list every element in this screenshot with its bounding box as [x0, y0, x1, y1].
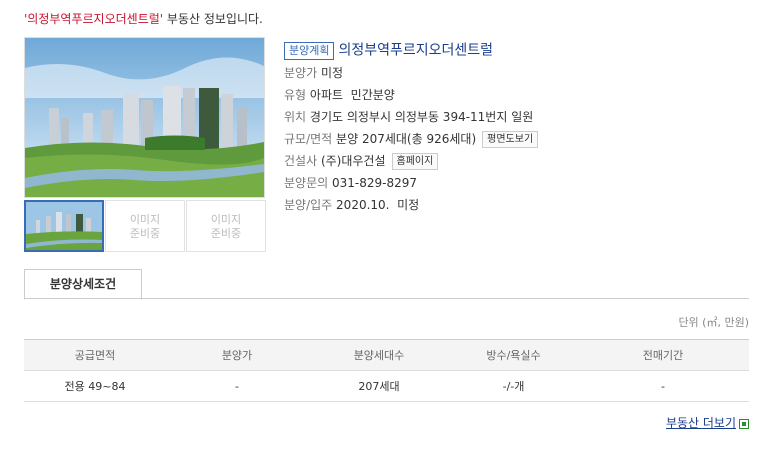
- builder-row: 건설사 (주)대우건설 홈페이지: [284, 150, 764, 172]
- floorplan-button[interactable]: 평면도보기: [482, 131, 539, 148]
- thumbnail-placeholder: 이미지 준비중: [187, 213, 265, 241]
- table-row: 전용 49~84 - 207세대 -/-개 -: [24, 370, 749, 402]
- placeholder-line-1: 이미지: [129, 213, 161, 226]
- unit-note: 단위 (㎡, 만원): [678, 316, 749, 329]
- col-units: 분양세대수: [308, 339, 450, 371]
- placeholder-line-2: 준비중: [129, 227, 161, 240]
- location-label: 위치: [284, 110, 307, 124]
- headline-suffix: 부동산 정보입니다.: [163, 12, 263, 26]
- schedule-label: 분양/입주: [284, 198, 333, 212]
- price-row: 분양가 미정: [284, 62, 764, 84]
- apartment-rendering-image: [25, 38, 264, 197]
- table-header-row: 공급면적 분양가 분양세대수 방수/욕실수 전매기간: [24, 339, 749, 371]
- main-property-photo[interactable]: [24, 37, 265, 198]
- title-row: 분양계획 의정부역푸르지오더센트럴: [284, 38, 764, 62]
- scale-row: 규모/면적 분양 207세대(총 926세대) 평면도보기: [284, 128, 764, 150]
- location-value: 경기도 의정부시 의정부동 394-11번지 일원: [309, 110, 534, 124]
- inquiry-row: 분양문의 031-829-8297: [284, 172, 764, 194]
- property-info: 분양계획 의정부역푸르지오더센트럴 분양가 미정 유형 아파트 민간분양 위치 경…: [284, 38, 764, 216]
- tab-sale-detail-conditions[interactable]: 분양상세조건: [24, 269, 142, 300]
- price-value: 미정: [320, 66, 344, 80]
- plus-box-icon: [739, 418, 749, 429]
- thumbnail-placeholder: 이미지 준비중: [106, 213, 184, 241]
- scale-value: 분양 207세대(총 926세대): [336, 132, 477, 146]
- type-row: 유형 아파트 민간분양: [284, 84, 764, 106]
- schedule-value: 2020.10. 미정: [336, 198, 420, 212]
- cell-rooms-baths: -/-개: [450, 370, 577, 402]
- cell-units: 207세대: [308, 370, 450, 402]
- builder-label: 건설사: [284, 154, 318, 168]
- type-label: 유형: [284, 88, 307, 102]
- status-badge: 분양계획: [284, 41, 335, 60]
- scale-label: 규모/면적: [284, 132, 333, 146]
- thumbnail-image: [26, 202, 102, 250]
- sale-conditions-table: 공급면적 분양가 분양세대수 방수/욕실수 전매기간 전용 49~84 - 20…: [24, 339, 749, 402]
- builder-value: (주)대우건설: [320, 154, 386, 168]
- placeholder-line-1: 이미지: [210, 213, 242, 226]
- inquiry-value: 031-829-8297: [332, 176, 418, 190]
- schedule-row: 분양/입주 2020.10. 미정: [284, 194, 764, 216]
- more-link-label: 부동산 더보기: [665, 416, 736, 430]
- thumbnail-2[interactable]: 이미지 준비중: [105, 200, 185, 252]
- more-real-estate-link[interactable]: 부동산 더보기: [666, 414, 749, 431]
- cell-sale-price: -: [166, 370, 308, 402]
- col-resale-period: 전매기간: [577, 339, 749, 371]
- thumbnail-1[interactable]: [24, 200, 104, 252]
- col-rooms-baths: 방수/욕실수: [450, 339, 577, 371]
- location-row: 위치 경기도 의정부시 의정부동 394-11번지 일원: [284, 106, 764, 128]
- cell-supply-area: 전용 49~84: [24, 370, 166, 402]
- cell-resale-period: -: [577, 370, 749, 402]
- tab-divider: [24, 298, 749, 299]
- property-title[interactable]: 의정부역푸르지오더센트럴: [338, 43, 493, 59]
- thumbnail-3[interactable]: 이미지 준비중: [186, 200, 266, 252]
- col-supply-area: 공급면적: [24, 339, 166, 371]
- headline-name: '의정부역푸르지오더센트럴': [24, 12, 164, 26]
- page-headline: '의정부역푸르지오더센트럴' 부동산 정보입니다.: [24, 10, 263, 27]
- col-sale-price: 분양가: [166, 339, 308, 371]
- price-label: 분양가: [284, 66, 318, 80]
- homepage-button[interactable]: 홈페이지: [391, 153, 439, 170]
- type-value: 아파트 민간분양: [309, 88, 395, 102]
- inquiry-label: 분양문의: [284, 176, 329, 190]
- placeholder-line-2: 준비중: [210, 227, 242, 240]
